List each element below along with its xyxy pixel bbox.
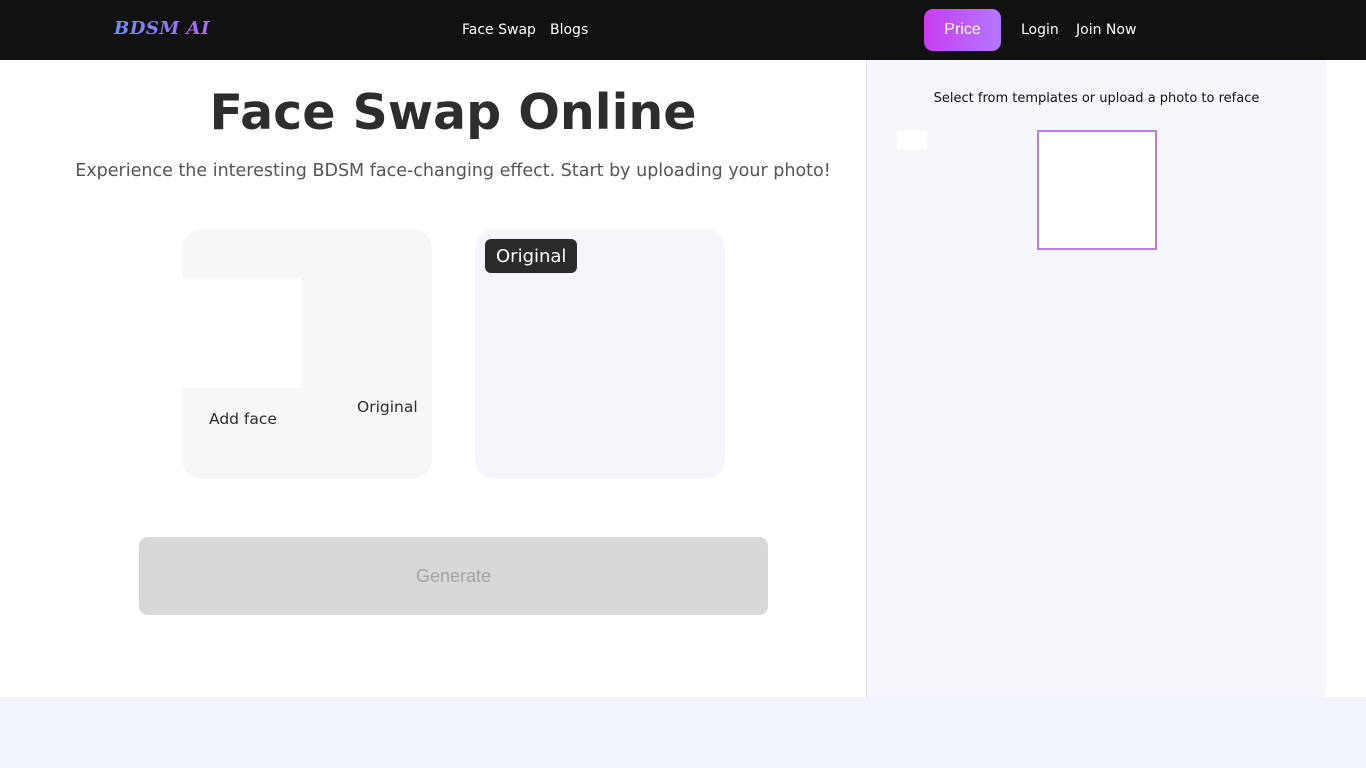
upload-photo-box[interactable]	[1037, 130, 1157, 250]
page-subtitle: Experience the interesting BDSM face-cha…	[75, 161, 831, 181]
nav-link-face-swap[interactable]: Face Swap	[462, 22, 536, 38]
page-footer	[0, 697, 1366, 768]
logo[interactable]: BDSM AI	[114, 18, 210, 39]
original-preview-card: Original	[475, 229, 725, 479]
template-thumbnail[interactable]	[897, 130, 927, 150]
template-sidebar: Select from templates or upload a photo …	[867, 60, 1326, 697]
face-upload-card[interactable]: Add face Original	[182, 229, 432, 479]
original-label: Original	[357, 398, 418, 416]
original-badge: Original	[485, 239, 578, 273]
face-image-placeholder[interactable]	[182, 278, 302, 388]
join-now-link[interactable]: Join Now	[1076, 22, 1136, 38]
nav-link-blogs[interactable]: Blogs	[550, 22, 588, 38]
price-button[interactable]: Price	[924, 9, 1001, 51]
main-panel: Face Swap Online Experience the interest…	[0, 60, 866, 697]
page-right-margin	[1326, 60, 1366, 697]
login-link[interactable]: Login	[1021, 22, 1059, 38]
generate-button[interactable]: Generate	[139, 537, 768, 615]
page-title: Face Swap Online	[209, 84, 697, 141]
sidebar-instruction: Select from templates or upload a photo …	[933, 91, 1260, 106]
top-navigation-bar: BDSM AI Face Swap Blogs Price Login Join…	[0, 0, 1366, 60]
add-face-label: Add face	[209, 410, 277, 428]
